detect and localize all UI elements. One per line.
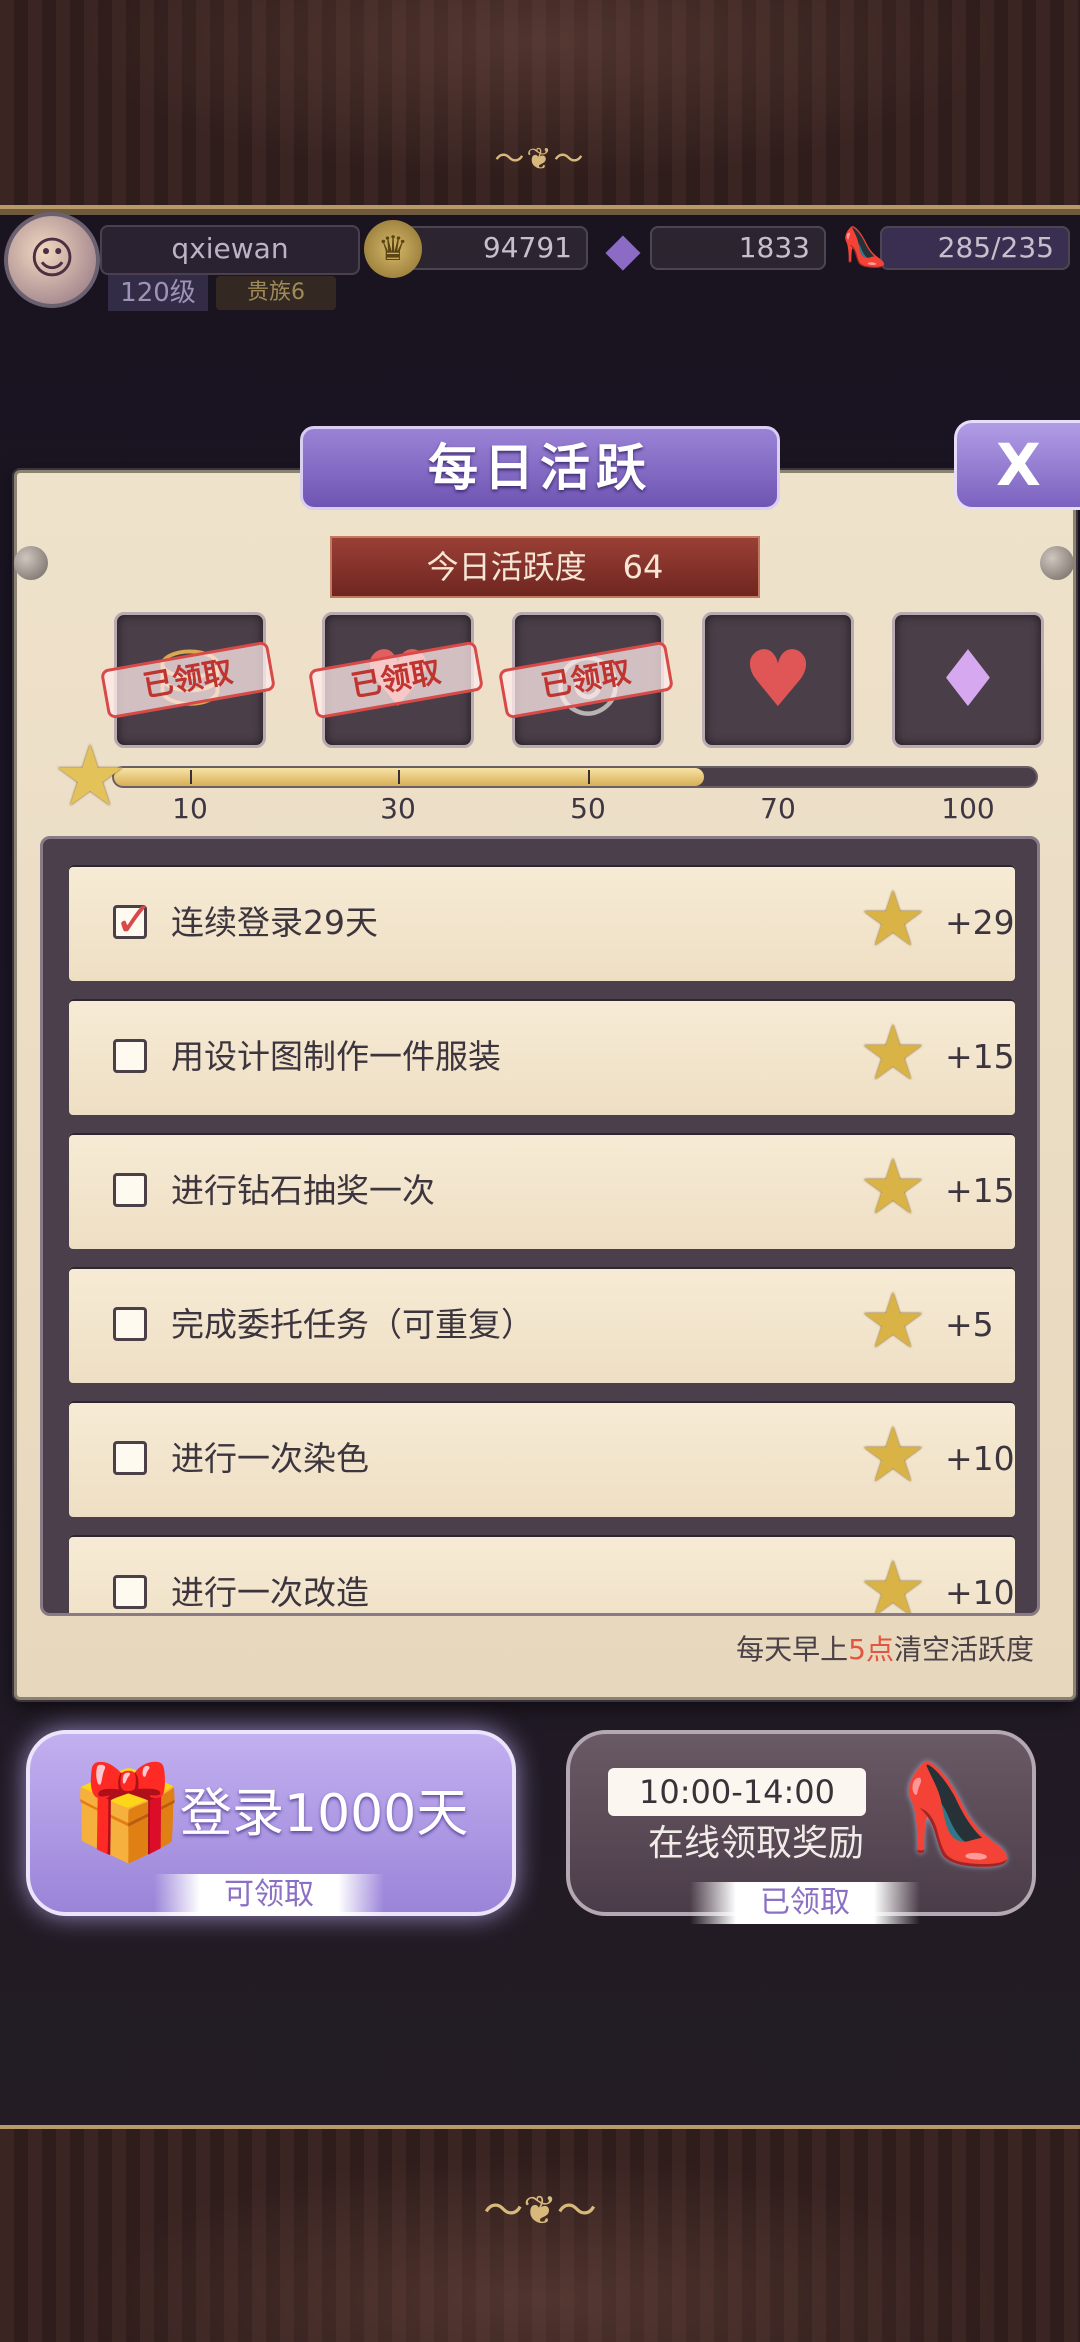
progress-tick xyxy=(588,770,590,784)
progress-tick xyxy=(398,770,400,784)
task-label: 进行一次染色 xyxy=(171,1439,369,1478)
task-checkbox xyxy=(113,1307,147,1341)
milestone-label: 30 xyxy=(380,792,416,825)
task-label: 用设计图制作一件服装 xyxy=(171,1037,501,1076)
gold-counter: 94791 xyxy=(398,226,588,270)
gem-icon[interactable]: ◆ xyxy=(594,220,652,278)
high-heel-icon: 👠 xyxy=(898,1758,1018,1870)
star-icon: ★ xyxy=(858,1276,928,1365)
pin-left-icon xyxy=(14,546,48,580)
milestone-label: 10 xyxy=(172,792,208,825)
task-label: 完成委托任务（可重复） xyxy=(171,1305,534,1344)
milestone-label: 50 xyxy=(570,792,606,825)
vip-title-tag: 贵族6 xyxy=(216,276,336,310)
task-row[interactable]: 进行一次染色 ★ +10 xyxy=(69,1401,1015,1517)
reward-box-30[interactable]: ♥ 已领取 xyxy=(307,612,485,748)
task-points: +10 xyxy=(945,1439,1015,1478)
diamond-icon: ♦ xyxy=(933,635,1003,725)
username: qxiewan xyxy=(100,225,360,275)
milestone-label: 100 xyxy=(941,792,995,825)
gift-box-icon: 🎁 xyxy=(70,1759,185,1866)
login-reward-label: 登录1000天 xyxy=(180,1784,469,1844)
task-points: +29 xyxy=(945,903,1015,942)
task-points: +5 xyxy=(945,1305,994,1344)
task-points: +15 xyxy=(945,1037,1015,1076)
reset-note-suffix: 清空活跃度 xyxy=(893,1633,1034,1666)
login-reward-status[interactable]: 可领取 xyxy=(154,1874,384,1916)
top-ornament-icon: ～❦～ xyxy=(494,142,586,177)
task-list[interactable]: 连续登录29天 ★ +29 用设计图制作一件服装 ★ +15 进行钻石抽奖一次 … xyxy=(40,836,1040,1616)
star-icon: ★ xyxy=(858,1142,928,1231)
task-checkbox xyxy=(113,1173,147,1207)
activity-progress-bar xyxy=(112,766,1038,788)
bottom-ornament-icon: ～❦～ xyxy=(483,2188,597,2234)
top-ornamental-frame xyxy=(0,0,1080,215)
reset-note-prefix: 每天早上 xyxy=(736,1633,849,1666)
avatar[interactable]: ☺ xyxy=(4,212,100,308)
online-reward-label: 在线领取奖励 xyxy=(647,1823,864,1864)
task-label: 连续登录29天 xyxy=(171,903,378,942)
task-row[interactable]: 完成委托任务（可重复） ★ +5 xyxy=(69,1267,1015,1383)
activity-ribbon: 今日活跃度 64 xyxy=(330,536,760,598)
player-level: 120级 xyxy=(108,275,208,311)
reward-box-70[interactable]: ♥ xyxy=(702,612,854,748)
task-row[interactable]: 连续登录29天 ★ +29 xyxy=(69,865,1015,981)
task-points: +10 xyxy=(945,1573,1015,1612)
online-reward-status: 已领取 xyxy=(690,1882,920,1924)
activity-label: 今日活跃度 xyxy=(426,548,587,586)
high-heel-icon[interactable]: 👠 xyxy=(836,218,894,276)
activity-value: 64 xyxy=(622,548,664,586)
task-row[interactable]: 用设计图制作一件服装 ★ +15 xyxy=(69,999,1015,1115)
heart-icon: ♥ xyxy=(743,635,813,725)
task-checkbox xyxy=(113,892,154,948)
crown-coin-icon[interactable]: ♛ xyxy=(364,220,422,278)
task-label: 进行一次改造 xyxy=(171,1573,369,1612)
task-checkbox xyxy=(113,1039,147,1073)
reward-box-10[interactable]: ⛁ 已领取 xyxy=(99,612,277,748)
activity-progress-fill xyxy=(114,768,705,786)
task-checkbox xyxy=(113,1441,147,1475)
task-points: +15 xyxy=(945,1171,1015,1210)
gem-counter: 1833 xyxy=(650,226,826,270)
reward-box-100[interactable]: ♦ xyxy=(892,612,1044,748)
reset-note: 每天早上5点清空活跃度 xyxy=(500,1628,1034,1668)
reward-box-50[interactable]: ◎ 已领取 xyxy=(497,612,675,748)
online-time-range: 10:00-14:00 xyxy=(608,1768,866,1816)
star-icon: ★ xyxy=(858,1544,928,1616)
star-icon: ★ xyxy=(858,1410,928,1499)
milestone-label: 70 xyxy=(760,792,796,825)
pin-right-icon xyxy=(1040,546,1074,580)
close-button[interactable]: X xyxy=(954,420,1080,510)
panel-title: 每日活跃 xyxy=(300,426,780,510)
task-label: 进行钻石抽奖一次 xyxy=(171,1171,435,1210)
star-icon: ★ xyxy=(858,874,928,963)
reset-note-time: 5点 xyxy=(848,1633,894,1666)
star-icon: ★ xyxy=(52,727,128,825)
star-icon: ★ xyxy=(858,1008,928,1097)
stamina-counter: 285/235 xyxy=(880,226,1070,270)
progress-tick xyxy=(190,770,192,784)
task-row[interactable]: 进行钻石抽奖一次 ★ +15 xyxy=(69,1133,1015,1249)
task-checkbox xyxy=(113,1575,147,1609)
task-row[interactable]: 进行一次改造 ★ +10 xyxy=(69,1535,1015,1616)
